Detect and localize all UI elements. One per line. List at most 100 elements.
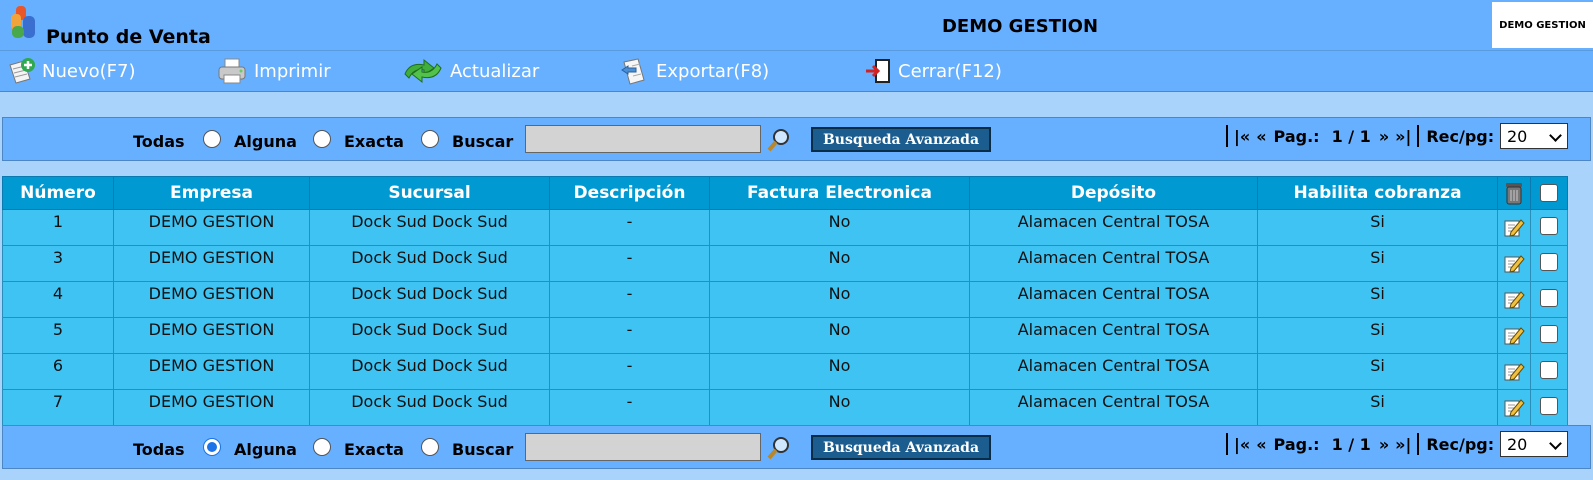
cell-factura-electronica: No xyxy=(709,317,970,354)
todas-radio[interactable] xyxy=(203,438,221,456)
col-habilita-cobranza[interactable]: Habilita cobranza xyxy=(1257,176,1498,210)
table-row[interactable]: 7 DEMO GESTION Dock Sud Dock Sud - No Alamace… xyxy=(2,389,1568,426)
col-deposito[interactable]: Depósito xyxy=(969,176,1258,210)
cell-factura-electronica: No xyxy=(709,209,970,246)
exacta-label: Exacta xyxy=(344,440,404,459)
cell-numero: 1 xyxy=(2,209,114,246)
exacta-radio[interactable] xyxy=(421,438,439,456)
exacta-label: Exacta xyxy=(344,132,404,151)
cell-sucursal: Dock Sud Dock Sud xyxy=(309,245,550,282)
app-logo-icon xyxy=(11,6,35,38)
magnifier-icon[interactable] xyxy=(766,127,792,153)
pager: |« « Pag.: 1 / 1 » »| Rec/pg: xyxy=(1223,123,1494,149)
actualizar-button[interactable]: Actualizar xyxy=(402,55,539,87)
first-page-button[interactable]: |« xyxy=(1234,127,1250,146)
page-label: Pag.: xyxy=(1273,126,1320,146)
edit-cell[interactable] xyxy=(1497,245,1531,282)
select-cell[interactable] xyxy=(1530,209,1568,246)
search-input[interactable] xyxy=(525,125,761,153)
search-input[interactable] xyxy=(525,433,761,461)
rec-per-page-select[interactable]: 20 xyxy=(1500,123,1568,149)
row-checkbox[interactable] xyxy=(1540,288,1558,307)
todas-label: Todas xyxy=(133,440,185,459)
select-cell[interactable] xyxy=(1530,245,1568,282)
select-cell[interactable] xyxy=(1530,353,1568,390)
exportar-label: Exportar(F8) xyxy=(656,60,770,82)
edit-pencil-icon[interactable] xyxy=(1503,396,1525,418)
select-cell[interactable] xyxy=(1530,281,1568,318)
advanced-search-button[interactable]: Busqueda Avanzada xyxy=(811,127,991,152)
edit-pencil-icon[interactable] xyxy=(1503,360,1525,382)
edit-pencil-icon[interactable] xyxy=(1503,216,1525,238)
pager: |« « Pag.: 1 / 1 » »| Rec/pg: xyxy=(1223,431,1494,457)
edit-cell[interactable] xyxy=(1497,353,1531,390)
cell-sucursal: Dock Sud Dock Sud xyxy=(309,353,550,390)
cell-sucursal: Dock Sud Dock Sud xyxy=(309,389,550,426)
col-sucursal[interactable]: Sucursal xyxy=(309,176,550,210)
col-descripcion[interactable]: Descripción xyxy=(549,176,710,210)
page-value: 1 / 1 xyxy=(1331,126,1371,146)
select-all-checkbox[interactable] xyxy=(1540,184,1558,202)
imprimir-button[interactable]: Imprimir xyxy=(216,55,331,87)
edit-cell[interactable] xyxy=(1497,281,1531,318)
select-cell[interactable] xyxy=(1530,317,1568,354)
cell-empresa: DEMO GESTION xyxy=(113,389,310,426)
cell-factura-electronica: No xyxy=(709,281,970,318)
row-checkbox[interactable] xyxy=(1540,360,1558,379)
rec-per-page-select[interactable]: 20 xyxy=(1500,431,1568,457)
trash-can-icon[interactable] xyxy=(1503,180,1525,206)
prev-page-button[interactable]: « xyxy=(1256,435,1266,454)
table-row[interactable]: 3 DEMO GESTION Dock Sud Dock Sud - No Alamace… xyxy=(2,245,1568,282)
edit-cell[interactable] xyxy=(1497,389,1531,426)
table-row[interactable]: 1 DEMO GESTION Dock Sud Dock Sud - No Alamace… xyxy=(2,209,1568,246)
edit-cell[interactable] xyxy=(1497,317,1531,354)
col-factura-electronica[interactable]: Factura Electronica xyxy=(709,176,970,210)
new-document-icon xyxy=(9,58,35,84)
advanced-search-button[interactable]: Busqueda Avanzada xyxy=(811,435,991,460)
table-row[interactable]: 6 DEMO GESTION Dock Sud Dock Sud - No Alamace… xyxy=(2,353,1568,390)
todas-radio[interactable] xyxy=(203,130,221,148)
row-checkbox[interactable] xyxy=(1540,252,1558,271)
next-page-button[interactable]: » xyxy=(1379,127,1389,146)
cell-habilita-cobranza: Si xyxy=(1257,389,1498,426)
cerrar-button[interactable]: Cerrar(F12) xyxy=(864,55,1002,87)
table-row[interactable]: 4 DEMO GESTION Dock Sud Dock Sud - No Alamace… xyxy=(2,281,1568,318)
app-title: Punto de Venta xyxy=(46,26,211,48)
row-checkbox[interactable] xyxy=(1540,324,1558,343)
last-page-button[interactable]: »| xyxy=(1395,435,1411,454)
row-checkbox[interactable] xyxy=(1540,216,1558,235)
table-row[interactable]: 5 DEMO GESTION Dock Sud Dock Sud - No Alamace… xyxy=(2,317,1568,354)
cell-numero: 3 xyxy=(2,245,114,282)
alguna-radio[interactable] xyxy=(313,438,331,456)
cell-descripcion: - xyxy=(549,245,710,282)
exportar-button[interactable]: Exportar(F8) xyxy=(618,55,769,87)
exacta-radio[interactable] xyxy=(421,130,439,148)
col-numero[interactable]: Número xyxy=(2,176,114,210)
edit-pencil-icon[interactable] xyxy=(1503,288,1525,310)
cell-empresa: DEMO GESTION xyxy=(113,281,310,318)
col-empresa[interactable]: Empresa xyxy=(113,176,310,210)
actualizar-label: Actualizar xyxy=(450,60,540,82)
select-cell[interactable] xyxy=(1530,389,1568,426)
prev-page-button[interactable]: « xyxy=(1256,127,1266,146)
delete-column[interactable] xyxy=(1497,176,1531,210)
cell-descripcion: - xyxy=(549,389,710,426)
last-page-button[interactable]: »| xyxy=(1395,127,1411,146)
edit-cell[interactable] xyxy=(1497,209,1531,246)
edit-pencil-icon[interactable] xyxy=(1503,252,1525,274)
first-page-button[interactable]: |« xyxy=(1234,435,1250,454)
alguna-radio[interactable] xyxy=(313,130,331,148)
cell-deposito: Alamacen Central TOSA xyxy=(969,317,1258,354)
cell-factura-electronica: No xyxy=(709,353,970,390)
page-value: 1 / 1 xyxy=(1331,434,1371,454)
cell-empresa: DEMO GESTION xyxy=(113,245,310,282)
row-checkbox[interactable] xyxy=(1540,396,1558,415)
next-page-button[interactable]: » xyxy=(1379,435,1389,454)
cell-sucursal: Dock Sud Dock Sud xyxy=(309,281,550,318)
cell-deposito: Alamacen Central TOSA xyxy=(969,389,1258,426)
edit-pencil-icon[interactable] xyxy=(1503,324,1525,346)
nuevo-button[interactable]: Nuevo(F7) xyxy=(6,55,135,87)
select-all-column[interactable] xyxy=(1530,176,1568,210)
todas-label: Todas xyxy=(133,132,185,151)
magnifier-icon[interactable] xyxy=(766,435,792,461)
